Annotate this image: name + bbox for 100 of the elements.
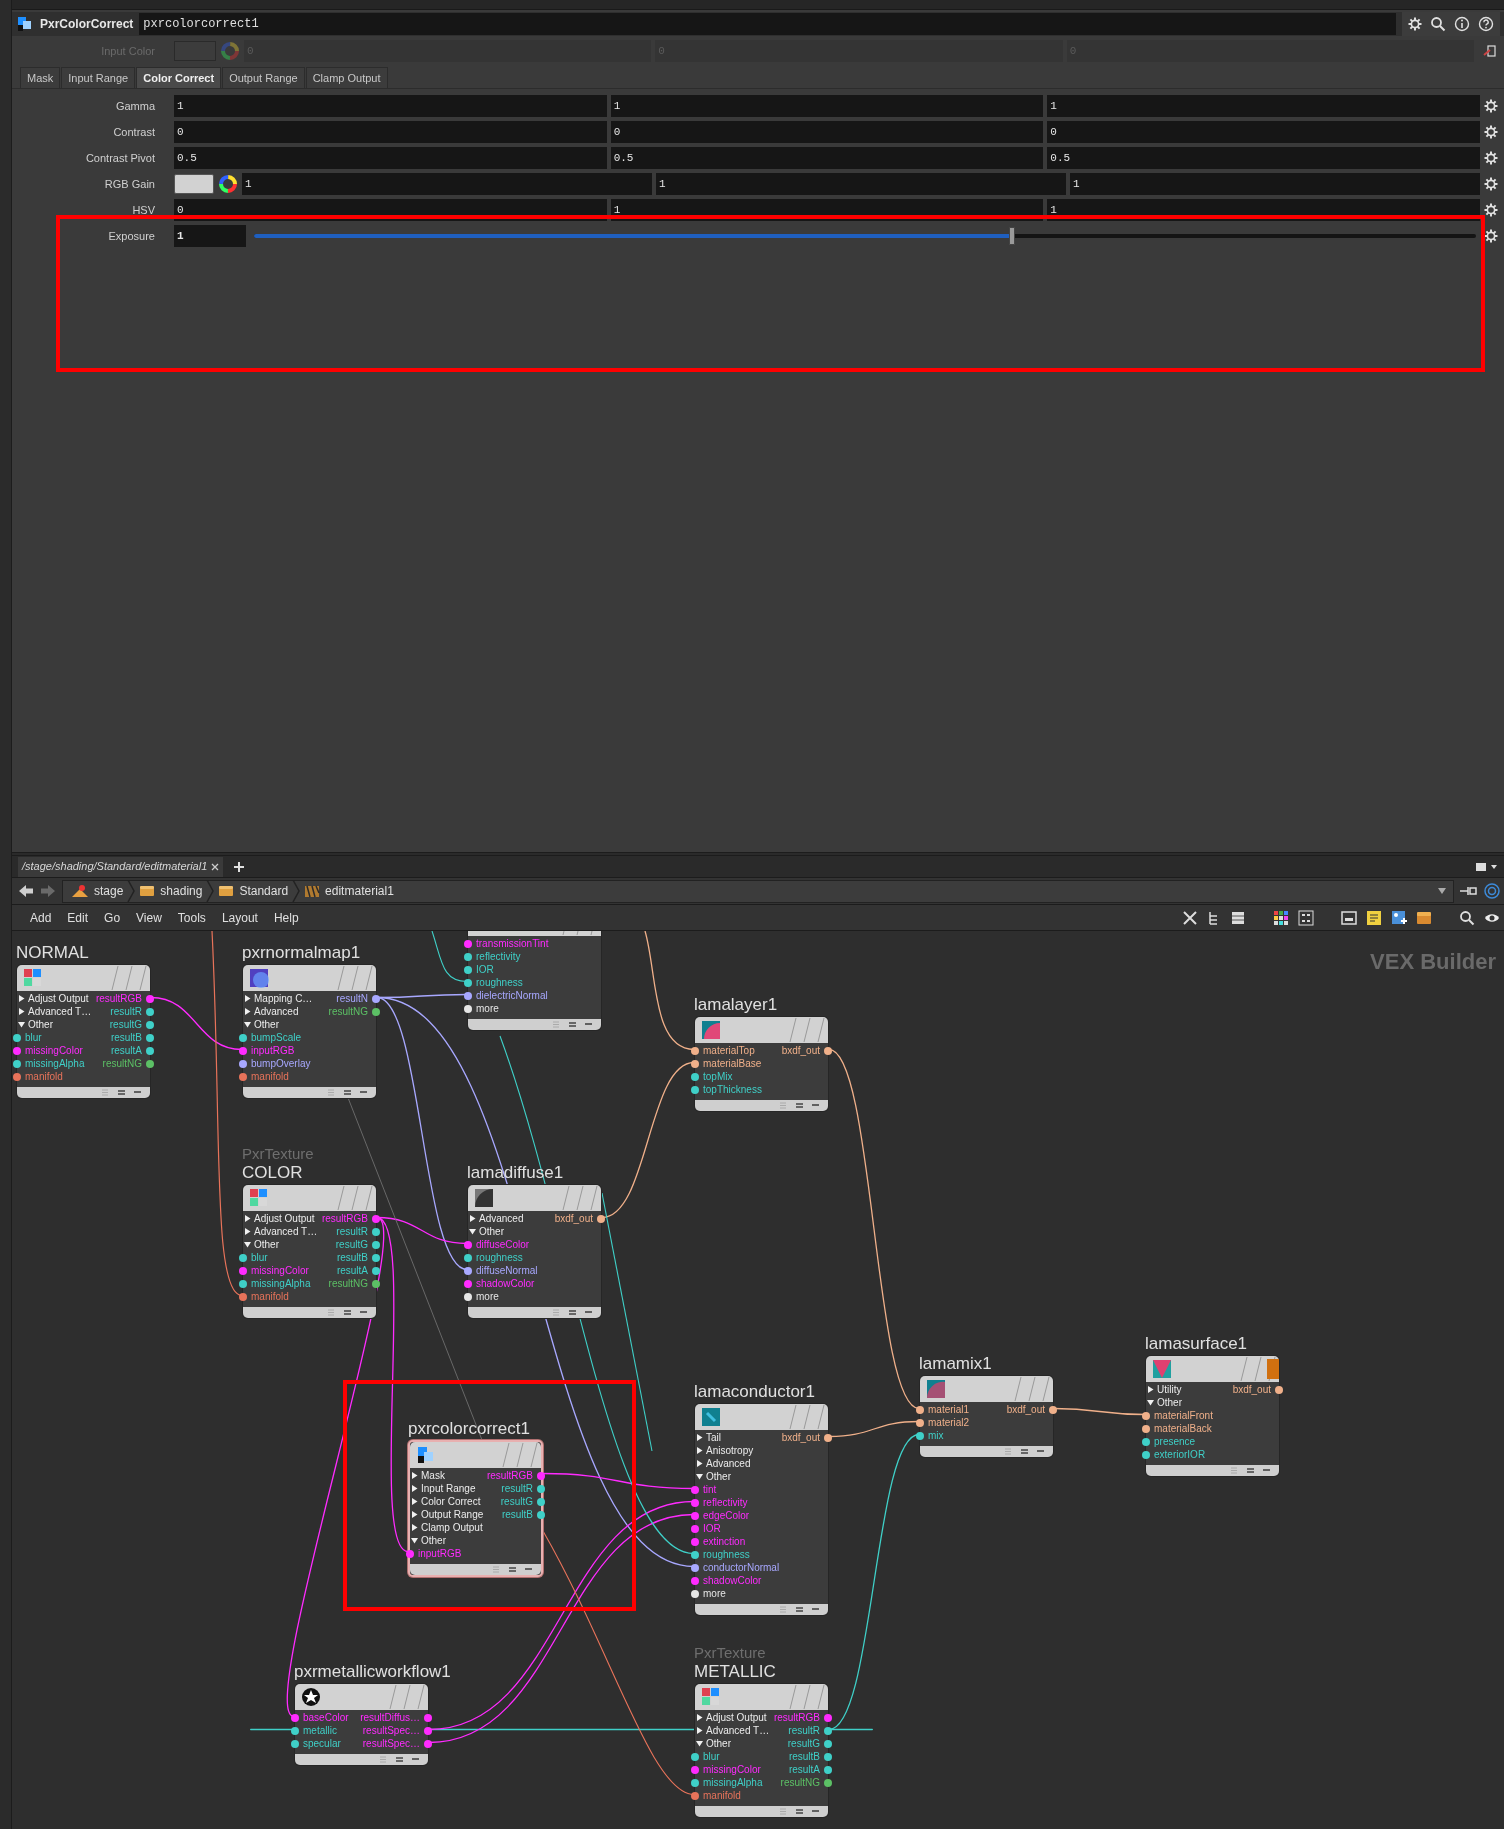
add-image-icon[interactable] bbox=[1391, 909, 1407, 926]
input-port[interactable] bbox=[406, 1549, 414, 1558]
info-icon[interactable] bbox=[1454, 16, 1470, 32]
input-port[interactable] bbox=[239, 1033, 247, 1042]
number-field[interactable]: 0 bbox=[1047, 121, 1480, 143]
parameter-folder-label[interactable]: Other bbox=[1146, 1397, 1182, 1408]
input-port[interactable] bbox=[691, 1752, 699, 1761]
menu-item[interactable]: Edit bbox=[67, 908, 89, 927]
number-field[interactable]: 1 bbox=[242, 173, 652, 195]
output-port[interactable] bbox=[424, 1713, 432, 1722]
expanded-arrow-icon[interactable] bbox=[696, 1740, 703, 1747]
input-port[interactable] bbox=[239, 1292, 247, 1301]
expanded-arrow-icon[interactable] bbox=[696, 1473, 703, 1480]
output-port[interactable] bbox=[372, 1240, 380, 1249]
menu-item[interactable]: Tools bbox=[177, 908, 206, 927]
node-box[interactable]: material1 bxdf_out material2 mix bbox=[919, 1375, 1054, 1458]
input-port[interactable] bbox=[13, 1059, 21, 1068]
menu-item[interactable]: Add bbox=[30, 908, 52, 927]
expanded-arrow-icon[interactable] bbox=[18, 1021, 25, 1028]
collapsed-arrow-icon[interactable] bbox=[696, 1727, 703, 1734]
input-port[interactable] bbox=[691, 1778, 699, 1787]
number-field[interactable]: 0.5 bbox=[1047, 147, 1480, 169]
parameter-folder-label[interactable]: Other bbox=[695, 1738, 731, 1749]
input-port[interactable] bbox=[239, 1266, 247, 1275]
breadcrumb-link[interactable]: shading bbox=[139, 882, 203, 900]
number-field[interactable]: 1 bbox=[610, 95, 1044, 117]
input-port[interactable] bbox=[464, 965, 472, 974]
collapsed-arrow-icon[interactable] bbox=[244, 1228, 251, 1235]
input-port[interactable] bbox=[464, 939, 472, 948]
input-port[interactable] bbox=[691, 1046, 699, 1055]
add-tab-icon[interactable] bbox=[233, 860, 246, 873]
gear-icon[interactable] bbox=[1484, 229, 1498, 243]
gear-icon[interactable] bbox=[1484, 151, 1498, 165]
input-port[interactable] bbox=[464, 1253, 472, 1262]
node-box[interactable]: transmissionTint reflectivity IOR roughness dielectricNormal more bbox=[467, 931, 602, 1031]
menu-item[interactable]: Help bbox=[273, 908, 299, 927]
parameter-folder-label[interactable]: Advanced bbox=[243, 1006, 299, 1017]
parameter-folder-label[interactable]: Advanced bbox=[468, 1213, 524, 1224]
color-wheel-icon[interactable] bbox=[218, 174, 238, 194]
node-footer-icon[interactable] bbox=[1003, 1448, 1045, 1455]
output-port[interactable] bbox=[146, 1033, 154, 1042]
slider[interactable] bbox=[254, 227, 1476, 245]
parameter-tab[interactable]: Input Range bbox=[61, 67, 136, 88]
input-port[interactable] bbox=[291, 1726, 299, 1735]
collapsed-arrow-icon[interactable] bbox=[244, 1008, 251, 1015]
input-port[interactable] bbox=[691, 1059, 699, 1068]
output-port[interactable] bbox=[372, 1214, 380, 1223]
number-field[interactable]: 1 bbox=[1047, 95, 1480, 117]
collapsed-arrow-icon[interactable] bbox=[696, 1714, 703, 1721]
output-port[interactable] bbox=[372, 1266, 380, 1275]
help-icon[interactable] bbox=[1478, 16, 1494, 32]
node-footer-icon[interactable] bbox=[491, 1566, 533, 1573]
node-box[interactable]: baseColor resultDiffus… metallic resultSpec… specular resultSpec… bbox=[294, 1683, 429, 1766]
number-field[interactable]: 0 bbox=[174, 121, 607, 143]
input-port[interactable] bbox=[691, 1524, 699, 1533]
collapsed-arrow-icon[interactable] bbox=[696, 1460, 703, 1467]
input-port[interactable] bbox=[464, 1240, 472, 1249]
parameter-tab[interactable]: Output Range bbox=[222, 67, 305, 88]
output-port[interactable] bbox=[372, 1007, 380, 1016]
expanded-arrow-icon[interactable] bbox=[469, 1228, 476, 1235]
output-port[interactable] bbox=[824, 1739, 832, 1748]
output-port[interactable] bbox=[372, 994, 380, 1003]
input-port[interactable] bbox=[916, 1431, 924, 1440]
number-field[interactable]: 0.5 bbox=[610, 147, 1044, 169]
node-footer-icon[interactable] bbox=[378, 1756, 420, 1763]
parameter-folder-label[interactable]: Other bbox=[17, 1019, 53, 1030]
parameter-tab[interactable]: Mask bbox=[20, 67, 61, 88]
collapsed-arrow-icon[interactable] bbox=[411, 1498, 418, 1505]
output-port[interactable] bbox=[824, 1765, 832, 1774]
list-icon[interactable] bbox=[1230, 909, 1246, 926]
parameter-folder-label[interactable]: Advanced T… bbox=[695, 1725, 770, 1736]
wrench-icon[interactable] bbox=[1182, 909, 1198, 926]
output-port[interactable] bbox=[372, 1279, 380, 1288]
parameter-folder-label[interactable]: Mapping C… bbox=[243, 993, 313, 1004]
parameter-folder-label[interactable]: Adjust Output bbox=[695, 1712, 767, 1723]
output-port[interactable] bbox=[424, 1726, 432, 1735]
network-box-icon[interactable] bbox=[1341, 909, 1357, 926]
collapsed-arrow-icon[interactable] bbox=[696, 1447, 703, 1454]
gear-icon[interactable] bbox=[1484, 203, 1498, 217]
close-icon[interactable] bbox=[211, 862, 220, 871]
input-port[interactable] bbox=[291, 1713, 299, 1722]
output-port[interactable] bbox=[824, 1752, 832, 1761]
collapsed-arrow-icon[interactable] bbox=[411, 1511, 418, 1518]
number-field[interactable]: 1 bbox=[656, 173, 1066, 195]
input-port[interactable] bbox=[464, 1279, 472, 1288]
collapsed-arrow-icon[interactable] bbox=[411, 1472, 418, 1479]
parameter-folder-label[interactable]: Advanced T… bbox=[17, 1006, 92, 1017]
menu-item[interactable]: Go bbox=[104, 908, 121, 927]
parameter-folder-label[interactable]: Other bbox=[243, 1019, 279, 1030]
gear-icon[interactable] bbox=[1484, 177, 1498, 191]
collapsed-arrow-icon[interactable] bbox=[18, 1008, 25, 1015]
expanded-arrow-icon[interactable] bbox=[244, 1021, 251, 1028]
output-port[interactable] bbox=[1049, 1405, 1057, 1414]
dropdown-arrow-icon[interactable] bbox=[1437, 887, 1447, 895]
parameter-folder-label[interactable]: Input Range bbox=[410, 1483, 476, 1494]
node-footer-icon[interactable] bbox=[326, 1089, 368, 1096]
output-port[interactable] bbox=[537, 1497, 545, 1506]
pane-tab[interactable]: /stage/shading/Standard/editmaterial1 bbox=[18, 856, 224, 877]
input-port[interactable] bbox=[916, 1418, 924, 1427]
parameter-folder-label[interactable]: Mask bbox=[410, 1470, 445, 1481]
